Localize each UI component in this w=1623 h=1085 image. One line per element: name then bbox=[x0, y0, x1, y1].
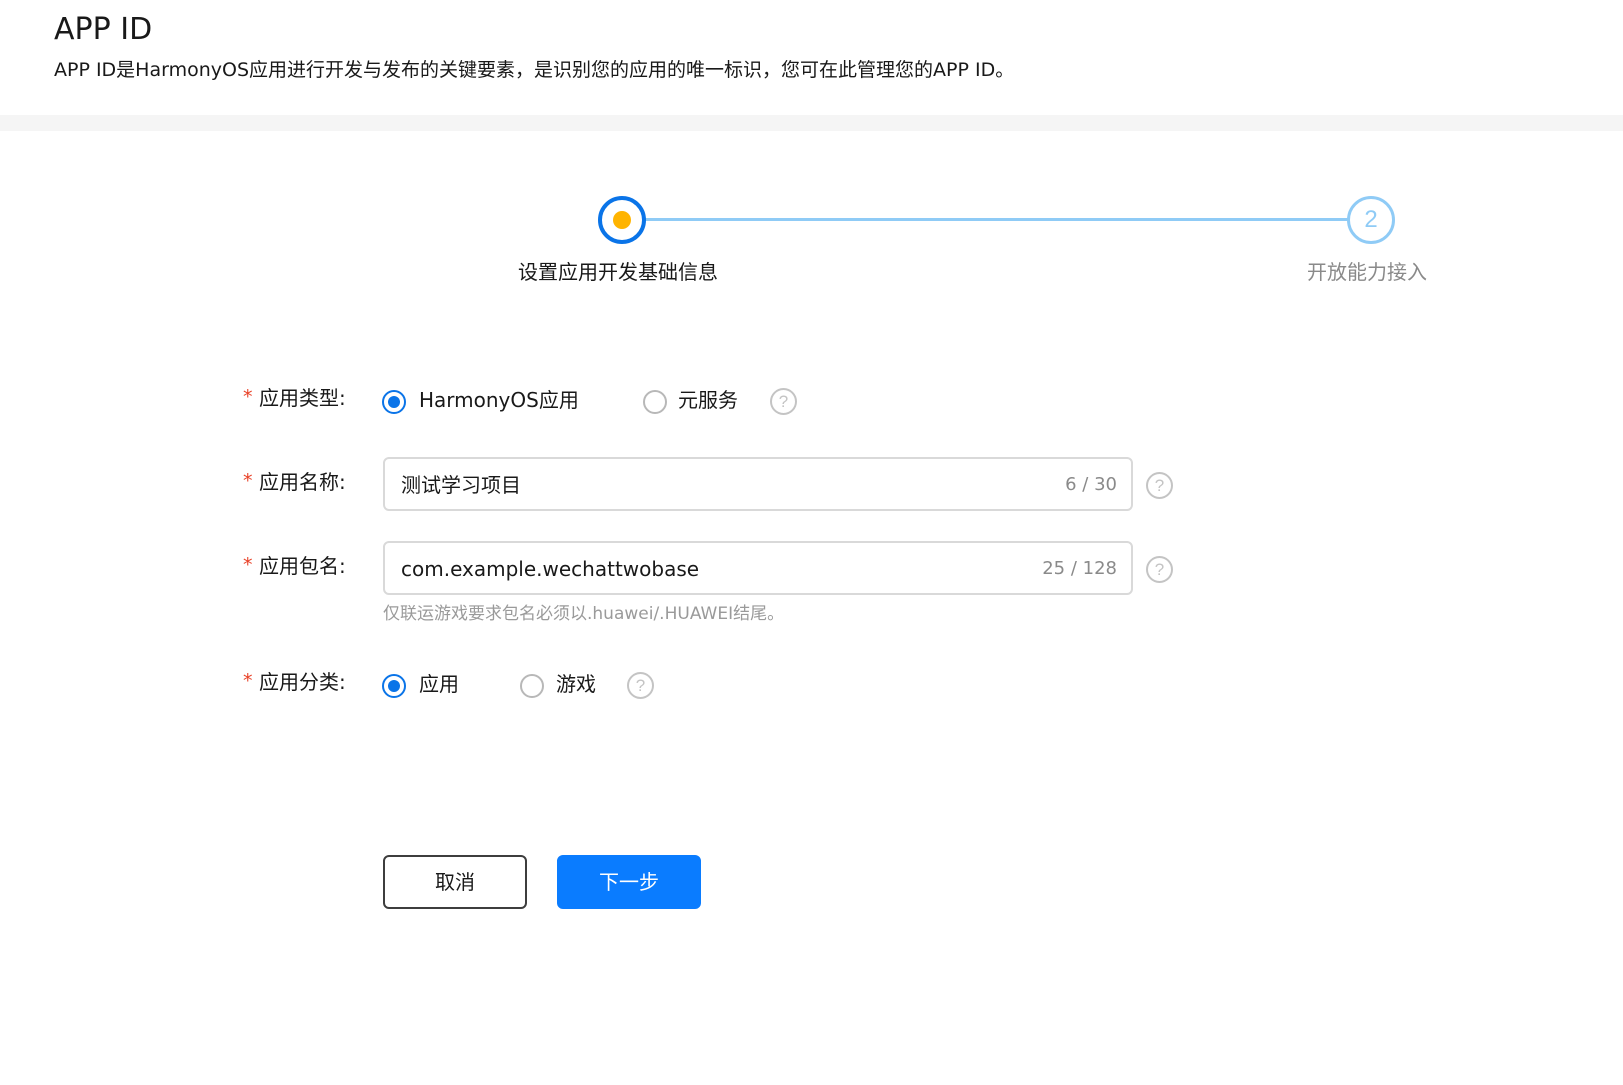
step-1-indicator bbox=[598, 196, 646, 244]
step-connector-line bbox=[645, 218, 1350, 221]
section-divider bbox=[0, 115, 1623, 131]
help-icon[interactable]: ? bbox=[1146, 556, 1173, 583]
package-name-value: com.example.wechattwobase bbox=[401, 557, 700, 581]
package-name-char-count: 25 / 128 bbox=[1042, 558, 1117, 579]
page-title: APP ID bbox=[54, 12, 153, 47]
next-step-button[interactable]: 下一步 bbox=[557, 855, 701, 909]
app-name-input[interactable]: 测试学习项目 6 / 30 bbox=[383, 457, 1133, 511]
app-name-value: 测试学习项目 bbox=[401, 473, 521, 497]
help-icon[interactable]: ? bbox=[770, 388, 797, 415]
help-icon[interactable]: ? bbox=[627, 672, 654, 699]
radio-atomic-service-label[interactable]: 元服务 bbox=[678, 386, 738, 414]
package-name-hint: 仅联运游戏要求包名必须以.huawei/.HUAWEI结尾。 bbox=[383, 604, 785, 624]
package-name-input[interactable]: com.example.wechattwobase 25 / 128 bbox=[383, 541, 1133, 595]
required-mark: * bbox=[243, 386, 253, 408]
radio-category-game[interactable] bbox=[520, 674, 544, 698]
page-header: APP ID APP ID是HarmonyOS应用进行开发与发布的关键要素，是识… bbox=[0, 0, 1623, 115]
page-description: APP ID是HarmonyOS应用进行开发与发布的关键要素，是识别您的应用的唯… bbox=[54, 59, 1015, 81]
radio-category-app-label[interactable]: 应用 bbox=[419, 670, 459, 698]
app-name-label: 应用名称: bbox=[259, 470, 346, 494]
step-2-indicator: 2 bbox=[1347, 196, 1395, 244]
package-name-label: 应用包名: bbox=[259, 554, 346, 578]
app-category-label: 应用分类: bbox=[259, 670, 346, 694]
cancel-button[interactable]: 取消 bbox=[383, 855, 527, 909]
step-2-label: 开放能力接入 bbox=[1307, 260, 1427, 284]
step-active-dot bbox=[613, 211, 631, 229]
app-name-char-count: 6 / 30 bbox=[1065, 474, 1117, 495]
required-mark: * bbox=[243, 670, 253, 692]
step-1-label: 设置应用开发基础信息 bbox=[518, 260, 718, 284]
app-type-label: 应用类型: bbox=[259, 386, 346, 410]
radio-harmonyos-app-label[interactable]: HarmonyOS应用 bbox=[419, 386, 579, 414]
radio-harmonyos-app[interactable] bbox=[382, 390, 406, 414]
help-icon[interactable]: ? bbox=[1146, 472, 1173, 499]
radio-atomic-service[interactable] bbox=[643, 390, 667, 414]
radio-category-game-label[interactable]: 游戏 bbox=[556, 670, 596, 698]
required-mark: * bbox=[243, 554, 253, 576]
radio-category-app[interactable] bbox=[382, 674, 406, 698]
required-mark: * bbox=[243, 470, 253, 492]
